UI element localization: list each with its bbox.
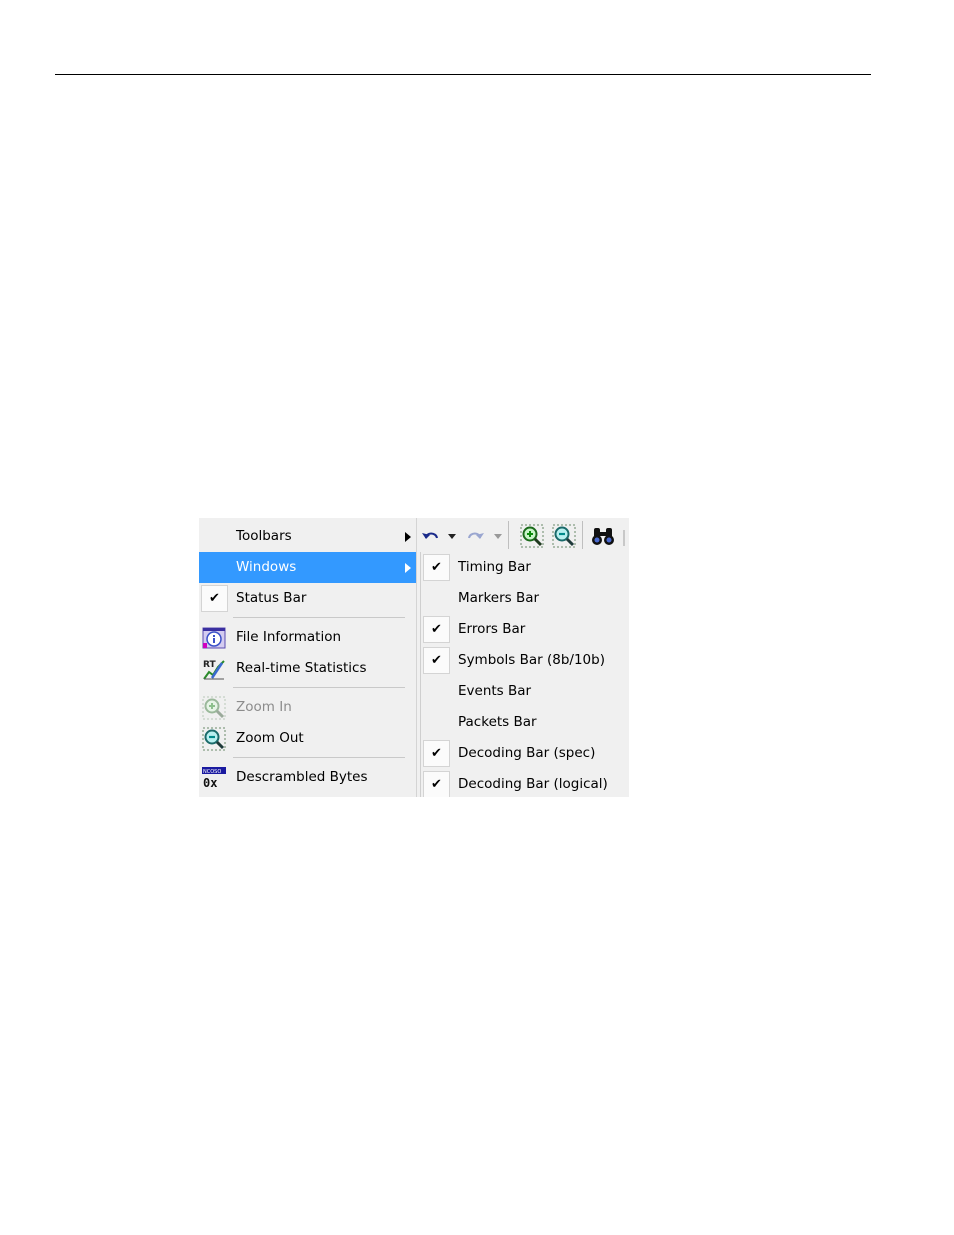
menu-item-label: Zoom Out <box>236 730 304 746</box>
menu-item-label: Toolbars <box>236 528 292 544</box>
submenu-item-symbols-bar[interactable]: ✔ Symbols Bar (8b/10b) <box>421 645 629 676</box>
menu-item-label: Zoom In <box>236 699 292 715</box>
submenu-item-label: Markers Bar <box>458 590 540 606</box>
zoom-out-icon[interactable] <box>552 524 576 548</box>
info-icon <box>202 627 226 649</box>
submenu-item-label: Symbols Bar (8b/10b) <box>458 652 605 668</box>
submenu-item-markers-bar[interactable]: Markers Bar <box>421 583 629 614</box>
windows-submenu: ✔ Timing Bar Markers Bar ✔ Errors Bar ✔ … <box>420 552 629 797</box>
check-box: ✔ <box>423 616 450 643</box>
check-box: ✔ <box>201 585 228 612</box>
submenu-item-label: Decoding Bar (logical) <box>458 776 608 792</box>
menu-item-label: File Information <box>236 629 342 645</box>
submenu-item-label: Packets Bar <box>458 714 537 730</box>
checkmark-icon: ✔ <box>431 746 442 761</box>
undo-icon[interactable] <box>420 527 442 545</box>
menu-item-windows[interactable]: Windows <box>199 552 416 583</box>
submenu-item-errors-bar[interactable]: ✔ Errors Bar <box>421 614 629 645</box>
checkmark-icon: ✔ <box>431 777 442 792</box>
redo-icon[interactable] <box>464 527 486 545</box>
submenu-item-label: Decoding Bar (spec) <box>458 745 596 761</box>
menu-item-file-information[interactable]: File Information <box>199 622 416 653</box>
toolbar-separator <box>582 521 583 549</box>
dropdown-icon[interactable] <box>494 534 502 539</box>
menu-item-label: Status Bar <box>236 590 307 606</box>
submenu-item-decoding-bar-spec[interactable]: ✔ Decoding Bar (spec) <box>421 738 629 769</box>
menu-separator <box>233 757 405 758</box>
menu-item-label: Real-time Statistics <box>236 660 367 676</box>
check-box: ✔ <box>423 647 450 674</box>
menu-item-zoom-in[interactable]: Zoom In <box>199 692 416 723</box>
toolbar-edge <box>623 530 625 546</box>
submenu-item-packets-bar[interactable]: Packets Bar <box>421 707 629 738</box>
checkmark-icon: ✔ <box>431 622 442 637</box>
find-icon[interactable] <box>592 526 614 546</box>
page-top-rule <box>55 74 871 75</box>
toolbar <box>418 518 629 552</box>
checkmark-icon: ✔ <box>431 653 442 668</box>
menu-item-status-bar[interactable]: ✔ Status Bar <box>199 583 416 614</box>
zoom-out-icon <box>202 727 226 751</box>
context-menu-screenshot: Toolbars Windows ✔ Status Bar File Infor… <box>199 518 629 797</box>
toolbar-separator <box>508 521 509 549</box>
descrambled-icon-top-text: NCOSO <box>203 769 221 775</box>
descrambled-bytes-icon: NCOSO 0x <box>202 767 226 790</box>
menu-item-label: Descrambled Bytes <box>236 769 368 785</box>
zoom-in-icon <box>202 696 226 720</box>
check-box: ✔ <box>423 740 450 767</box>
check-box: ✔ <box>423 771 450 797</box>
zoom-in-icon[interactable] <box>520 524 544 548</box>
submenu-item-label: Timing Bar <box>458 559 531 575</box>
submenu-item-label: Errors Bar <box>458 621 526 637</box>
submenu-arrow-icon <box>405 532 411 542</box>
realtime-statistics-icon: RT <box>203 660 225 680</box>
menu-separator <box>233 617 405 618</box>
submenu-item-label: Events Bar <box>458 683 532 699</box>
check-box: ✔ <box>423 554 450 581</box>
dropdown-icon[interactable] <box>448 534 456 539</box>
menu-separator <box>233 687 405 688</box>
descrambled-icon-bottom-text: 0x <box>203 776 217 790</box>
realtime-icon-text: RT <box>203 660 217 670</box>
checkmark-icon: ✔ <box>431 560 442 575</box>
menu-item-label: Windows <box>236 559 297 575</box>
menu-item-descrambled-bytes[interactable]: NCOSO 0x Descrambled Bytes <box>199 762 416 793</box>
view-menu: Toolbars Windows ✔ Status Bar File Infor… <box>199 518 417 797</box>
checkmark-icon: ✔ <box>209 591 220 606</box>
menu-item-realtime-statistics[interactable]: RT Real-time Statistics <box>199 653 416 684</box>
submenu-item-events-bar[interactable]: Events Bar <box>421 676 629 707</box>
menu-item-toolbars[interactable]: Toolbars <box>199 521 416 552</box>
submenu-item-decoding-bar-logical[interactable]: ✔ Decoding Bar (logical) <box>421 769 629 797</box>
submenu-arrow-icon <box>405 563 411 573</box>
submenu-item-timing-bar[interactable]: ✔ Timing Bar <box>421 552 629 583</box>
menu-item-zoom-out[interactable]: Zoom Out <box>199 723 416 754</box>
